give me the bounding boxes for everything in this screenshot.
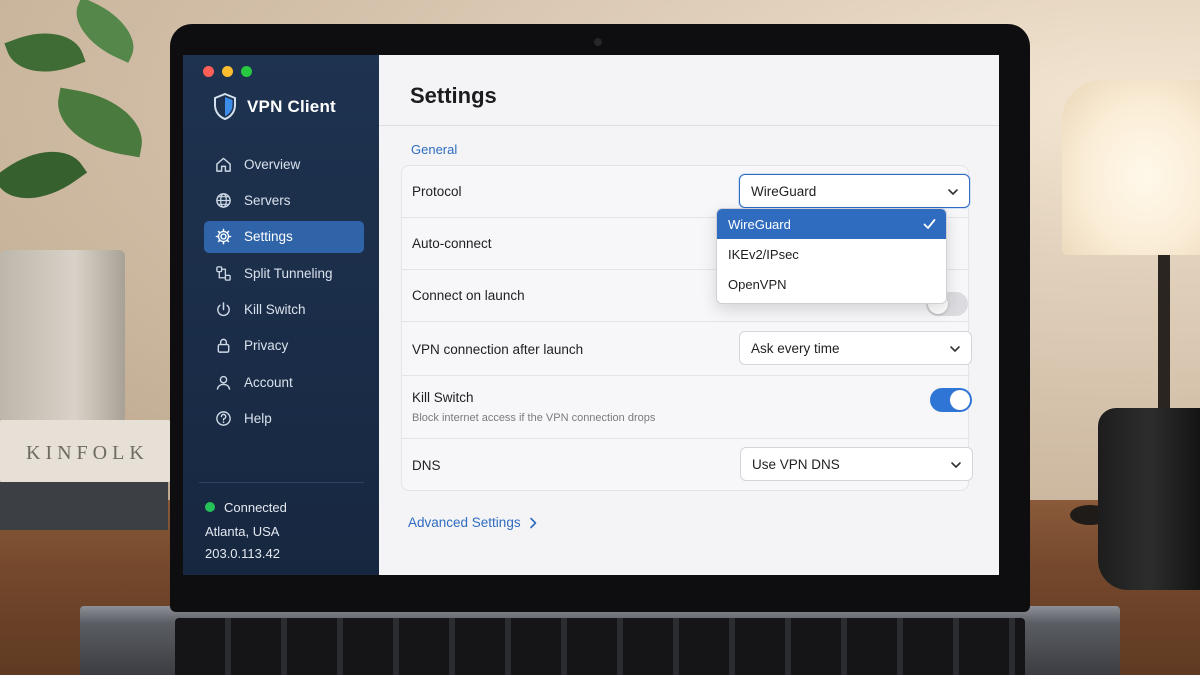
user-icon xyxy=(216,375,231,390)
status-ip: 203.0.113.42 xyxy=(205,546,280,561)
chevron-down-icon xyxy=(948,189,958,195)
chevron-right-icon xyxy=(529,517,536,528)
minimize-window-button[interactable] xyxy=(222,66,233,77)
home-icon xyxy=(216,157,231,172)
protocol-select-value: WireGuard xyxy=(751,183,817,199)
setting-label: Kill Switch xyxy=(412,390,474,405)
setting-row-dns: DNS Use VPN DNS xyxy=(402,439,973,491)
book: KINFOLK xyxy=(0,420,170,482)
app-window: VPN Client Overview Servers Settings Spl… xyxy=(183,55,999,575)
advanced-settings-label: Advanced Settings xyxy=(408,515,521,530)
checkmark-icon xyxy=(923,219,936,229)
sidebar-item-help[interactable]: Help xyxy=(204,403,364,435)
shield-icon xyxy=(214,93,236,120)
setting-label: Protocol xyxy=(412,184,462,199)
status-indicator-dot xyxy=(205,502,215,512)
setting-label: DNS xyxy=(412,458,441,473)
connection-status: Connected Atlanta, USA 203.0.113.42 xyxy=(205,497,287,563)
after-launch-select[interactable]: Ask every time xyxy=(739,331,972,365)
globe-icon xyxy=(216,193,231,208)
sidebar-item-label: Overview xyxy=(244,156,301,172)
app-title: VPN Client xyxy=(247,96,336,116)
sidebar-item-servers[interactable]: Servers xyxy=(204,184,364,216)
option-label: WireGuard xyxy=(728,216,791,232)
gear-icon xyxy=(215,228,232,245)
sidebar-item-kill-switch[interactable]: Kill Switch xyxy=(204,294,364,326)
setting-label: Auto-connect xyxy=(412,236,492,251)
sidebar-item-label: Settings xyxy=(244,229,293,245)
setting-description: Block internet access if the VPN connect… xyxy=(412,412,656,424)
sidebar-nav: Overview Servers Settings Split Tunnelin… xyxy=(204,148,364,439)
camera xyxy=(594,38,602,46)
option-label: OpenVPN xyxy=(728,276,787,292)
option-label: IKEv2/IPsec xyxy=(728,246,799,262)
book xyxy=(0,482,168,530)
close-window-button[interactable] xyxy=(203,66,214,77)
sidebar-item-label: Servers xyxy=(244,192,291,208)
setting-row-kill-switch: Kill Switch Block internet access if the… xyxy=(402,376,972,439)
sidebar-item-settings[interactable]: Settings xyxy=(204,220,364,253)
zoom-window-button[interactable] xyxy=(241,66,252,77)
sidebar-item-label: Kill Switch xyxy=(244,302,306,318)
protocol-option-openvpn[interactable]: OpenVPN xyxy=(717,269,946,299)
chevron-down-icon xyxy=(950,346,960,352)
sidebar: VPN Client Overview Servers Settings Spl… xyxy=(183,55,379,575)
setting-label: VPN connection after launch xyxy=(412,342,584,357)
protocol-dropdown-menu: WireGuard IKEv2/IPsec OpenVPN xyxy=(716,208,947,304)
toggle-knob xyxy=(950,390,970,410)
sidebar-item-label: Split Tunneling xyxy=(244,265,333,281)
sidebar-item-label: Help xyxy=(244,411,272,427)
after-launch-select-value: Ask every time xyxy=(751,340,840,356)
header-divider xyxy=(379,125,999,126)
book-stack: KINFOLK xyxy=(0,420,170,530)
dns-select[interactable]: Use VPN DNS xyxy=(740,447,973,481)
kill-switch-icon xyxy=(217,302,230,317)
advanced-settings-link[interactable]: Advanced Settings xyxy=(408,515,537,530)
window-controls xyxy=(203,66,252,77)
plant-pot xyxy=(0,250,125,430)
setting-row-after-launch: VPN connection after launch Ask every ti… xyxy=(402,323,972,376)
sidebar-divider xyxy=(199,482,364,483)
app-brand: VPN Client xyxy=(213,93,336,120)
sidebar-item-overview[interactable]: Overview xyxy=(204,148,364,180)
protocol-option-ikev2[interactable]: IKEv2/IPsec xyxy=(717,239,946,269)
mug xyxy=(1098,408,1200,590)
sidebar-item-label: Account xyxy=(244,374,293,390)
setting-label: Connect on launch xyxy=(412,288,525,303)
status-text: Connected xyxy=(224,499,287,515)
lamp-pole xyxy=(1158,255,1170,415)
dns-select-value: Use VPN DNS xyxy=(752,456,840,472)
protocol-select[interactable]: WireGuard xyxy=(739,174,970,208)
lamp-shade xyxy=(1062,80,1200,255)
page-title: Settings xyxy=(410,83,497,108)
status-location: Atlanta, USA xyxy=(205,524,280,539)
sidebar-item-split-tunneling[interactable]: Split Tunneling xyxy=(204,257,364,289)
help-icon xyxy=(216,411,231,427)
lock-icon xyxy=(217,339,230,354)
chevron-down-icon xyxy=(951,462,961,468)
laptop-keyboard xyxy=(175,618,1025,675)
sidebar-item-account[interactable]: Account xyxy=(204,366,364,398)
sidebar-item-privacy[interactable]: Privacy xyxy=(204,330,364,362)
protocol-option-wireguard[interactable]: WireGuard xyxy=(717,209,946,239)
sidebar-item-label: Privacy xyxy=(244,338,289,354)
section-header-general: General xyxy=(411,142,458,157)
kill-switch-toggle[interactable] xyxy=(930,388,972,412)
split-icon xyxy=(216,265,231,281)
settings-panel: Settings General Protocol WireGuard Auto… xyxy=(379,55,999,575)
